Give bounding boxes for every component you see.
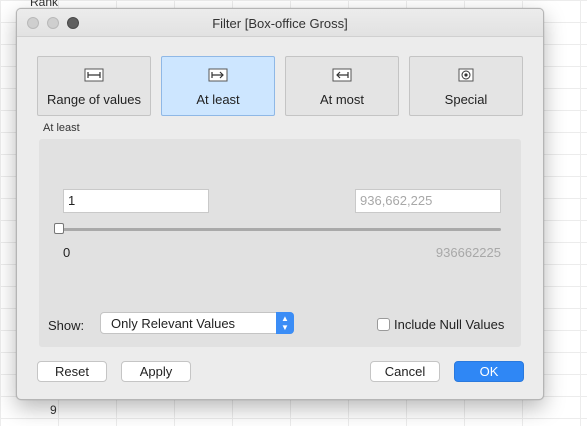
show-label: Show: — [48, 318, 85, 333]
reset-button[interactable]: Reset — [37, 361, 107, 382]
maximum-value-input: 936,662,225 — [355, 189, 501, 213]
minimum-value-input[interactable]: 1 — [63, 189, 209, 213]
cancel-button[interactable]: Cancel — [370, 361, 440, 382]
tab-range-of-values[interactable]: Range of values — [37, 56, 151, 116]
tab-at-least[interactable]: At least — [161, 56, 275, 116]
tab-label: Range of values — [47, 92, 141, 107]
at-most-icon — [332, 68, 352, 85]
range-slider-track[interactable] — [63, 228, 501, 231]
show-selected-value: Only Relevant Values — [111, 316, 236, 331]
range-slider-handle[interactable] — [54, 223, 64, 234]
section-label: At least — [43, 122, 80, 134]
filter-panel: 1 936,662,225 0 936662225 Show: Only Rel… — [39, 139, 521, 347]
show-values-select[interactable]: Only Relevant Values ▲ ▼ — [100, 312, 294, 334]
include-null-label[interactable]: Include Null Values — [394, 317, 504, 332]
row-number: 9 — [50, 403, 57, 417]
range-icon — [84, 68, 104, 85]
tab-special[interactable]: Special — [409, 56, 523, 116]
slider-max-label: 936662225 — [435, 245, 501, 260]
filter-dialog: Filter [Box-office Gross] Range of value… — [16, 8, 544, 400]
slider-min-label: 0 — [63, 245, 71, 260]
title-bar[interactable]: Filter [Box-office Gross] — [17, 9, 543, 37]
chevron-up-down-icon: ▲ ▼ — [276, 312, 294, 334]
dialog-title: Filter [Box-office Gross] — [212, 16, 348, 31]
tab-label: At most — [319, 92, 365, 107]
tab-at-most[interactable]: At most — [285, 56, 399, 116]
tab-label: Special — [444, 92, 488, 107]
special-icon — [456, 68, 476, 85]
apply-button[interactable]: Apply — [121, 361, 191, 382]
at-least-icon — [208, 68, 228, 85]
tab-label: At least — [196, 92, 240, 107]
ok-button[interactable]: OK — [454, 361, 524, 382]
include-null-checkbox[interactable] — [377, 318, 390, 331]
